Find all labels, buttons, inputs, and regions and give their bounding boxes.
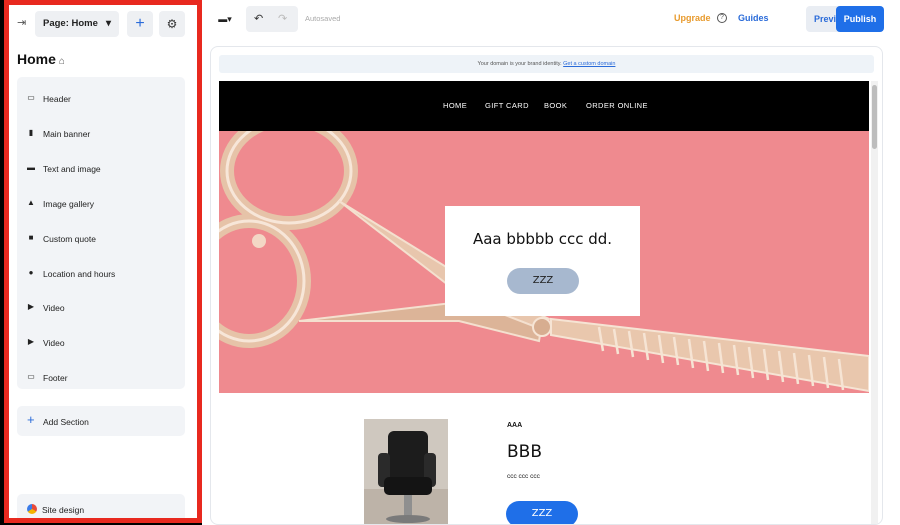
site-nav-bar[interactable]: HOME GIFT CARD BOOK ORDER ONLINE (219, 81, 869, 131)
exit-icon[interactable]: ⇥ (17, 17, 29, 29)
page-title: Home ⌂ (17, 51, 65, 67)
section-item-label: Video (43, 338, 65, 348)
play-icon: ▶ (27, 337, 35, 346)
gear-icon[interactable]: ⚙ (159, 11, 185, 37)
app-frame: ⇥ Page: Home ▾ + ⚙ Home ⌂ ▭ Header ▮ Main… (0, 0, 900, 525)
add-page-button[interactable]: + (127, 11, 153, 37)
nav-item-order-online[interactable]: ORDER ONLINE (586, 81, 648, 131)
footer-icon: ▭ (27, 372, 35, 381)
panel-topbar: ⇥ Page: Home ▾ + ⚙ (9, 9, 197, 39)
page-title-text: Home (17, 51, 56, 67)
section-cta-button[interactable]: ZZZ (506, 501, 578, 524)
add-section-button[interactable]: + Add Section (17, 406, 185, 436)
section-item-main-banner[interactable]: ▮ Main banner (17, 119, 185, 149)
text-image-icon: ▬ (27, 163, 35, 172)
location-pin-icon: ● (28, 268, 34, 277)
section-item-label: Video (43, 303, 65, 313)
sections-panel: ⇥ Page: Home ▾ + ⚙ Home ⌂ ▭ Header ▮ Main… (4, 0, 202, 523)
section-body-text: ccc ccc ccc (507, 473, 540, 480)
section-item-location-and-hours[interactable]: ● Location and hours (17, 259, 185, 289)
section-item-text-and-image[interactable]: ▬ Text and image (17, 154, 185, 184)
salon-chair-image (364, 419, 448, 524)
section-item-label: Header (43, 94, 71, 104)
section-item-label: Footer (43, 373, 68, 383)
nav-item-book[interactable]: BOOK (544, 81, 567, 131)
section-item-label: Image gallery (43, 199, 95, 209)
page-select-label: Page: Home (43, 18, 98, 29)
desktop-icon: ▬▾ (218, 14, 232, 24)
hero-cta-button[interactable]: ZZZ (507, 268, 579, 294)
site-design-button[interactable]: Site design (17, 494, 185, 518)
plus-icon: + (27, 412, 35, 427)
publish-button[interactable]: Publish (836, 6, 884, 32)
section-item-image-gallery[interactable]: ▲ Image gallery (17, 189, 185, 219)
guides-link[interactable]: Guides (738, 13, 769, 23)
hero-text-card[interactable]: Aaa bbbbb ccc dd. ZZZ (445, 206, 640, 316)
section-item-video[interactable]: ▶ Video (17, 293, 185, 323)
domain-banner-text: Your domain is your brand identity. (477, 61, 562, 67)
header-icon: ▭ (27, 93, 35, 102)
scrollbar-thumb[interactable] (872, 85, 877, 149)
section-item-custom-quote[interactable]: ■ Custom quote (17, 224, 185, 254)
section-item-label: Custom quote (43, 234, 96, 244)
section-item-label: Main banner (43, 129, 91, 139)
bookmark-icon: ▮ (28, 128, 34, 137)
text-and-image-section[interactable]: AAA BBB ccc ccc ccc ZZZ (219, 393, 869, 524)
undo-icon[interactable]: ↶ (254, 6, 263, 32)
hero-headline: Aaa bbbbb ccc dd. (472, 230, 613, 248)
home-icon: ⌂ (58, 56, 65, 67)
autosave-status: Autosaved (305, 14, 341, 23)
preview-scrollbar[interactable] (871, 81, 878, 524)
custom-domain-link[interactable]: Get a custom domain (563, 61, 615, 67)
section-eyebrow: AAA (507, 422, 523, 429)
domain-banner: Your domain is your brand identity. Get … (219, 55, 874, 73)
editor-toolbar: ▬▾ ↶ ↷ Autosaved Upgrade ? Guides Previe… (202, 0, 900, 38)
page-select-dropdown[interactable]: Page: Home ▾ (35, 11, 119, 37)
hero-banner[interactable]: Aaa bbbbb ccc dd. ZZZ (219, 131, 869, 393)
palette-icon (27, 504, 37, 514)
nav-item-home[interactable]: HOME (443, 81, 467, 131)
editor-canvas: Your domain is your brand identity. Get … (202, 38, 900, 525)
site-design-label: Site design (42, 505, 85, 515)
section-heading: BBB (507, 442, 542, 462)
section-item-header[interactable]: ▭ Header (17, 84, 185, 114)
help-icon[interactable]: ? (717, 13, 727, 23)
image-icon: ▲ (27, 198, 35, 207)
upgrade-link[interactable]: Upgrade (674, 13, 711, 23)
section-item-label: Location and hours (43, 269, 116, 279)
chevron-down-icon: ▾ (105, 18, 111, 29)
redo-icon[interactable]: ↷ (278, 6, 287, 32)
nav-item-gift-card[interactable]: GIFT CARD (485, 81, 529, 131)
section-item-label: Text and image (43, 164, 101, 174)
add-section-label: Add Section (43, 417, 89, 427)
play-icon: ▶ (27, 302, 35, 311)
quote-icon: ■ (28, 233, 34, 242)
section-item-video[interactable]: ▶ Video (17, 328, 185, 358)
section-item-footer[interactable]: ▭ Footer (17, 363, 185, 393)
site-preview-frame: Your domain is your brand identity. Get … (210, 46, 883, 525)
chair-illustration (364, 419, 448, 524)
undo-redo-group: ↶ ↷ (246, 6, 298, 32)
section-list: ▭ Header ▮ Main banner ▬ Text and image … (17, 77, 185, 389)
device-preview-dropdown[interactable]: ▬▾ (210, 6, 240, 32)
